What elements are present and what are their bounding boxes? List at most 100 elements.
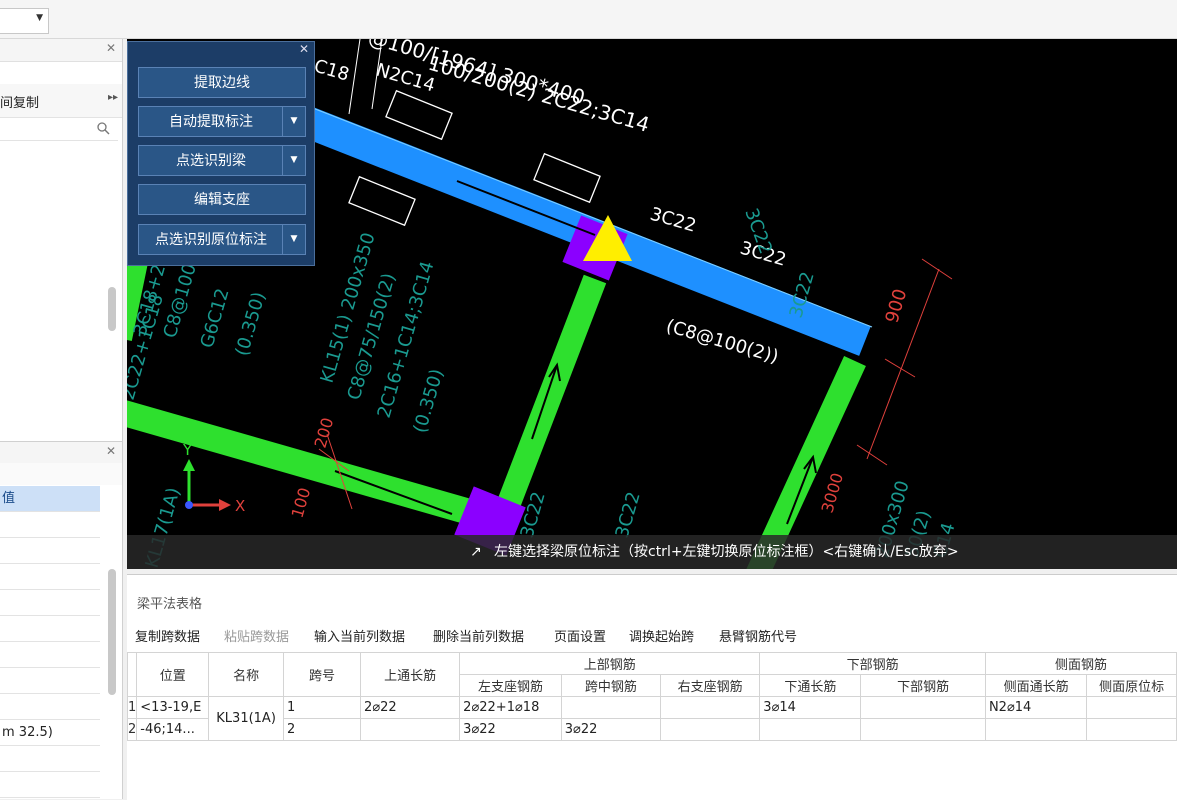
cell-span[interactable]: 1 bbox=[282, 696, 362, 719]
input-column-data-button[interactable]: 输入当前列数据 bbox=[314, 626, 405, 645]
cantilever-rebar-code-button[interactable]: 悬臂钢筋代号 bbox=[719, 626, 797, 645]
dropdown-arrow-icon[interactable]: ▼ bbox=[282, 146, 305, 175]
dimension-text: 3000 bbox=[818, 471, 847, 515]
cell-right-support[interactable] bbox=[659, 696, 761, 719]
property-toolbar bbox=[0, 463, 122, 485]
cell-mid-span[interactable]: 3⌀22 bbox=[560, 718, 661, 741]
axis-y-label: Y bbox=[182, 441, 193, 459]
annotation-text: (C8@100(2)) bbox=[664, 316, 781, 368]
property-row[interactable] bbox=[0, 538, 100, 564]
annotation-box bbox=[385, 89, 453, 141]
cell-bottom-rebar[interactable] bbox=[860, 718, 986, 741]
annotation-text: 3C22 bbox=[648, 204, 699, 237]
property-panel-header: ✕ bbox=[0, 441, 122, 465]
copy-row[interactable]: 间复制 ▸▸ bbox=[0, 84, 122, 118]
beam-table-panel: 梁平法表格 复制跨数据 粘贴跨数据 输入当前列数据 删除当前列数据 页面设置 调… bbox=[126, 574, 1177, 800]
group-header: 上部钢筋 bbox=[459, 652, 761, 675]
cell-side-in-situ[interactable] bbox=[1086, 696, 1177, 719]
row-number: 2 bbox=[126, 718, 138, 741]
table-row[interactable]: 2 -46;14... 2 3⌀22 3⌀22 bbox=[126, 718, 1177, 741]
table-row[interactable]: 1 <13-19,E KL31(1A) 1 2⌀22 2⌀22+1⌀18 3⌀1… bbox=[126, 696, 1177, 741]
annotation-text: 100/200(2) 2C22;3C14 bbox=[426, 51, 653, 137]
cell-position[interactable]: -46;14... bbox=[136, 718, 210, 741]
annotation-text: C18 bbox=[312, 56, 352, 86]
column-header[interactable]: 名称 bbox=[208, 652, 284, 697]
status-bar: ↗ 左键选择梁原位标注（按ctrl+左键切换原位标注框）<右键确认/Esc放弃> bbox=[127, 535, 1177, 569]
cell-side-in-situ[interactable] bbox=[1086, 718, 1177, 741]
annotation-text: 3C22 bbox=[612, 489, 645, 540]
point-identify-in-situ-button[interactable]: 点选识别原位标注 ▼ bbox=[138, 224, 306, 255]
row-num-header bbox=[126, 652, 138, 697]
cell-mid-span[interactable] bbox=[560, 696, 661, 719]
column-header[interactable]: 侧面通长筋 bbox=[984, 674, 1088, 697]
cell-side-through[interactable]: N2⌀14 bbox=[984, 696, 1088, 719]
cell-span[interactable]: 2 bbox=[282, 718, 362, 741]
property-value-header: 值 bbox=[0, 486, 100, 512]
column-header[interactable]: 跨中钢筋 bbox=[560, 674, 661, 697]
scrollbar-thumb[interactable] bbox=[108, 569, 116, 695]
property-row[interactable] bbox=[0, 512, 100, 538]
dropdown-arrow-icon[interactable]: ▼ bbox=[282, 225, 305, 254]
property-row[interactable] bbox=[0, 668, 100, 694]
cell-bottom-through[interactable]: 3⌀14 bbox=[759, 696, 862, 719]
cell-bottom-through[interactable] bbox=[759, 718, 862, 741]
group-header: 下部钢筋 bbox=[759, 652, 986, 675]
edit-support-button[interactable]: 编辑支座 bbox=[138, 184, 306, 215]
scrollbar-thumb[interactable] bbox=[108, 287, 116, 331]
page-setup-button[interactable]: 页面设置 bbox=[554, 626, 606, 645]
property-row[interactable] bbox=[0, 694, 100, 720]
column-header[interactable]: 右支座钢筋 bbox=[659, 674, 761, 697]
left-panel: ✕ 间复制 ▸▸ ✕ 值 m 32.5) bbox=[0, 39, 123, 799]
close-icon[interactable]: ✕ bbox=[106, 444, 116, 458]
axis-x-label: X bbox=[235, 497, 245, 515]
cell-position[interactable]: <13-19,E bbox=[136, 696, 210, 719]
close-icon[interactable]: ✕ bbox=[299, 42, 309, 56]
column-header[interactable]: 下通长筋 bbox=[759, 674, 862, 697]
property-row[interactable] bbox=[0, 564, 100, 590]
property-row[interactable] bbox=[0, 590, 100, 616]
floor-select[interactable]: ▼ bbox=[0, 8, 49, 34]
cursor-icon: ↗ bbox=[470, 544, 482, 560]
cell-top-through[interactable] bbox=[360, 718, 461, 741]
property-row[interactable] bbox=[0, 642, 100, 668]
extract-edge-button[interactable]: 提取边线 bbox=[138, 67, 306, 98]
paste-span-data-button[interactable]: 粘贴跨数据 bbox=[224, 626, 289, 645]
row-number: 1 bbox=[126, 696, 138, 719]
cell-right-support[interactable] bbox=[659, 718, 761, 741]
point-identify-beam-button[interactable]: 点选识别梁 ▼ bbox=[138, 145, 306, 176]
close-icon[interactable]: ✕ bbox=[106, 41, 116, 55]
copy-span-data-button[interactable]: 复制跨数据 bbox=[135, 626, 200, 645]
dropdown-arrow-icon[interactable]: ▼ bbox=[282, 107, 305, 136]
dimension-text: 100 bbox=[288, 486, 315, 521]
column-header[interactable]: 下部钢筋 bbox=[860, 674, 986, 697]
top-toolbar: ▼ bbox=[0, 0, 1177, 39]
search-icon[interactable] bbox=[97, 122, 110, 135]
property-row[interactable] bbox=[0, 616, 100, 642]
column-header[interactable]: 侧面原位标 bbox=[1086, 674, 1177, 697]
swap-start-span-button[interactable]: 调换起始跨 bbox=[629, 626, 694, 645]
auto-extract-annotation-button[interactable]: 自动提取标注 ▼ bbox=[138, 106, 306, 137]
cell-name[interactable]: KL31(1A) bbox=[208, 696, 284, 741]
property-row[interactable]: m 32.5) bbox=[0, 720, 100, 746]
beam-diagonal-middle bbox=[487, 274, 607, 534]
expand-icon[interactable]: ▸▸ bbox=[108, 92, 118, 103]
cell-left-support[interactable]: 2⌀22+1⌀18 bbox=[459, 696, 562, 719]
annotation-text: (0.350) bbox=[232, 290, 270, 359]
table-header-row: 位置 名称 跨号 上通长筋 上部钢筋 下部钢筋 侧面钢筋 bbox=[126, 652, 1177, 697]
search-input[interactable] bbox=[0, 118, 118, 141]
delete-column-data-button[interactable]: 删除当前列数据 bbox=[433, 626, 524, 645]
property-row[interactable] bbox=[0, 746, 100, 772]
property-row[interactable] bbox=[0, 772, 100, 798]
column-header[interactable]: 左支座钢筋 bbox=[459, 674, 562, 697]
column-header[interactable]: 上通长筋 bbox=[360, 652, 461, 697]
beam-direction-line bbox=[456, 180, 596, 236]
cell-left-support[interactable]: 3⌀22 bbox=[459, 718, 562, 741]
cell-side-through[interactable] bbox=[984, 718, 1088, 741]
recognition-tool-panel: ✕ 提取边线 自动提取标注 ▼ 点选识别梁 ▼ 编辑支座 点选识别原位标注 ▼ bbox=[127, 41, 315, 266]
column-header[interactable]: 跨号 bbox=[282, 652, 362, 697]
cell-bottom-rebar[interactable] bbox=[860, 696, 986, 719]
cell-top-through[interactable]: 2⌀22 bbox=[360, 696, 461, 719]
beam-table: 位置 名称 跨号 上通长筋 上部钢筋 下部钢筋 侧面钢筋 左支座钢筋 跨中钢筋 … bbox=[126, 652, 1177, 741]
left-panel-header: ✕ bbox=[0, 39, 122, 62]
column-header[interactable]: 位置 bbox=[136, 652, 210, 697]
